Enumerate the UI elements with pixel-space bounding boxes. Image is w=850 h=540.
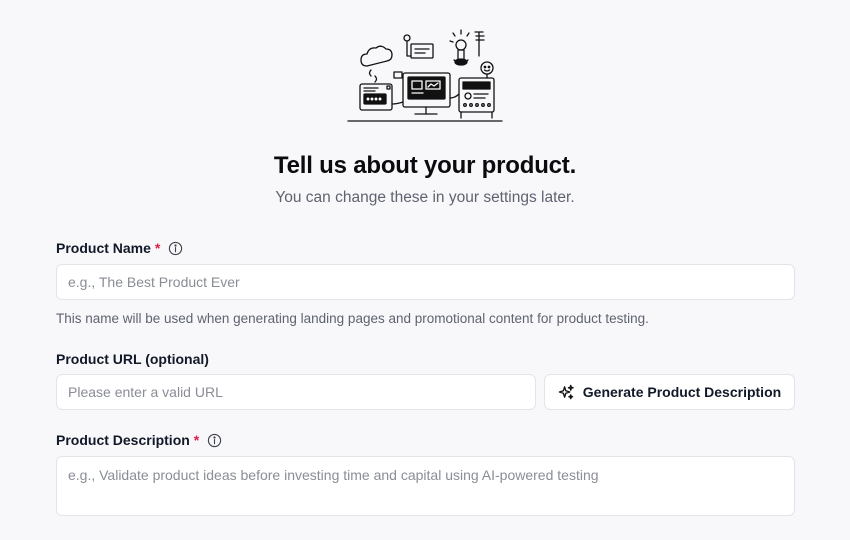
product-url-label-text: Product URL (optional) xyxy=(56,351,209,367)
page-subtitle: You can change these in your settings la… xyxy=(275,189,575,206)
required-marker: * xyxy=(193,432,200,448)
workspace-illustration xyxy=(347,29,503,122)
product-url-input[interactable] xyxy=(56,374,536,410)
info-icon[interactable] xyxy=(168,241,183,256)
product-name-label-text: Product Name xyxy=(56,240,151,256)
sparkles-icon xyxy=(558,384,574,399)
product-description-label: Product Description * xyxy=(56,432,222,448)
product-url-label: Product URL (optional) xyxy=(56,351,209,367)
product-description-label-text: Product Description xyxy=(56,432,190,448)
required-marker: * xyxy=(154,240,161,256)
product-name-label: Product Name * xyxy=(56,240,183,256)
generate-description-label: Generate Product Description xyxy=(582,384,782,400)
product-description-textarea[interactable] xyxy=(56,456,795,516)
info-icon[interactable] xyxy=(207,433,222,448)
page-title: Tell us about your product. xyxy=(273,152,577,179)
product-name-input[interactable] xyxy=(56,264,795,300)
generate-description-button[interactable]: Generate Product Description xyxy=(544,374,795,410)
product-name-helper-text: This name will be used when generating l… xyxy=(56,311,649,326)
